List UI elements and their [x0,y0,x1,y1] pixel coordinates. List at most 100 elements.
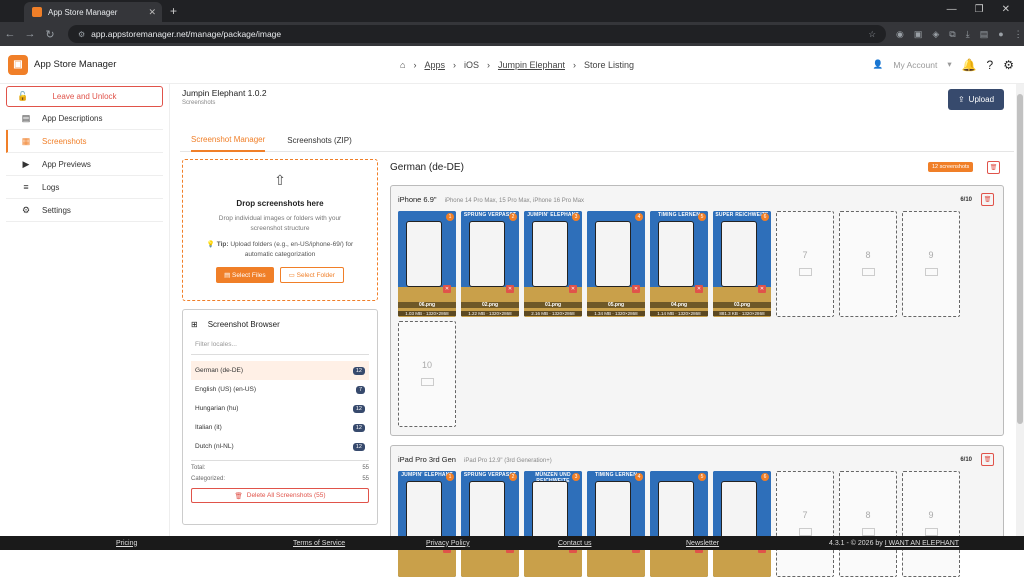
browser-tab[interactable]: App Store Manager ✕ [24,2,162,22]
leave-and-unlock-button[interactable]: 🔓 Leave and Unlock [6,86,163,107]
extensions-puzzle-icon[interactable]: ⧉ [949,29,955,40]
app-name[interactable]: App Store Manager [34,59,116,70]
screenshot-thumbnail[interactable]: 1 ✕ 06.png 1.03 MB · 1320×2868 [398,211,456,317]
dropzone-tip: 💡 Tip: Upload folders (e.g., en-US/iphon… [206,241,354,258]
my-account-menu[interactable]: My Account [893,60,937,70]
delete-screenshot-icon[interactable]: ✕ [443,285,451,293]
back-icon[interactable]: ← [0,28,20,40]
user-icon[interactable]: 👤 [873,59,884,70]
scrollbar-thumb[interactable] [1017,94,1023,424]
delete-all-screenshots-button[interactable]: 🗑 Delete All Screenshots (55) [191,488,369,503]
sidebar-item-screenshots[interactable]: ▦ Screenshots [6,130,163,153]
image-placeholder-icon [925,528,938,536]
screenshot-thumbnail[interactable]: JUMPIN' ELEPHANT 3 ✕ 01.png 2.16 MB · 1320×2… [524,211,582,317]
empty-slot[interactable]: 10 [398,321,456,427]
empty-slot[interactable]: 8 [839,211,897,317]
footer-version: 4.3.1 - © 2026 by [829,539,883,547]
profile-avatar[interactable]: ● [998,29,1003,40]
screenshot-thumbnail[interactable]: TIMING LERNEN4✕ [587,471,645,577]
app-logo[interactable]: ▣ [8,54,28,75]
footer-link-pricing[interactable]: Pricing [116,540,137,547]
footer-company-link[interactable]: I WANT AN ELEPHANT [885,540,959,547]
footer-link-contact[interactable]: Contact us [558,540,591,547]
upload-tray-icon: ⇧ [274,172,286,188]
sidebar-item-app-descriptions[interactable]: ▤ App Descriptions [6,107,163,130]
screenshot-filename: 06.png [398,302,456,308]
minimize-icon[interactable]: — [947,4,957,15]
screenshot-thumbnail[interactable]: 6✕ [713,471,771,577]
bookmark-star-icon[interactable]: ☆ [868,29,876,40]
new-tab-icon[interactable]: + [170,4,177,18]
breadcrumb-apps[interactable]: Apps [424,60,445,70]
favicon-icon [32,7,42,17]
screenshot-thumbnail[interactable]: 4 ✕ 05.png 1.34 MB · 1320×2868 [587,211,645,317]
screenshot-thumbnail[interactable]: MÜNZEN UND REICHWEITE3✕ [524,471,582,577]
home-icon[interactable]: ⌂ [400,60,405,70]
screenshot-thumbnail[interactable]: 5✕ [650,471,708,577]
empty-slot[interactable]: 7 [776,211,834,317]
footer-link-privacy[interactable]: Privacy Policy [426,540,470,547]
dropzone-title: Drop screenshots here [236,199,324,208]
notification-bell-icon[interactable]: 🔔 [962,58,977,72]
lightbulb-icon: 💡 [206,241,215,248]
delete-screenshot-icon[interactable]: ✕ [695,285,703,293]
image-placeholder-icon [925,268,938,276]
drop-zone[interactable]: ⇧ Drop screenshots here Drop individual … [182,159,378,301]
sidebar-item-logs[interactable]: ≡ Logs [6,176,163,199]
sidebar-item-settings[interactable]: ⚙ Settings [6,199,163,222]
close-tab-icon[interactable]: ✕ [148,7,156,18]
empty-slot[interactable]: 7 [776,471,834,577]
extension-icon[interactable]: ▣ [914,29,923,40]
delete-device-screenshots-button[interactable]: 🗑 [981,193,994,206]
locale-item-en-US[interactable]: English (US) (en-US) 7 [191,380,369,399]
footer-link-terms[interactable]: Terms of Service [293,540,345,547]
reload-icon[interactable]: ↻ [40,28,60,41]
download-icon[interactable]: ⤓ [966,29,970,40]
delete-locale-button[interactable]: 🗑 [987,161,1000,174]
breadcrumb-app[interactable]: Jumpin Elephant [498,60,565,70]
slot-number-badge: 1 [446,213,454,221]
locale-item-hu[interactable]: Hungarian (hu) 12 [191,399,369,418]
maximize-icon[interactable]: ❐ [975,4,984,15]
delete-screenshot-icon[interactable]: ✕ [758,285,766,293]
extension-icon[interactable]: ◉ [896,29,904,40]
delete-device-screenshots-button[interactable]: 🗑 [981,453,994,466]
address-bar[interactable]: ⚙ app.appstoremanager.net/manage/package… [68,25,886,43]
sidepanel-icon[interactable]: ▤ [980,29,989,40]
screenshot-thumbnail[interactable]: SUPER REICHWEITE 6 ✕ 03.png 881.3 KB · 1320×… [713,211,771,317]
slot-number-badge: 3 [572,213,580,221]
locale-count-badge: 12 [352,423,365,432]
site-info-icon[interactable]: ⚙ [78,30,85,39]
empty-slot[interactable]: 9 [902,471,960,577]
extension-icon[interactable]: ◈ [932,29,939,40]
screenshot-thumbnail[interactable]: TIMING LERNEN 5 ✕ 04.png 1.14 MB · 1320×2868 [650,211,708,317]
screenshot-thumbnail[interactable]: SPRUNG VERPASST2✕ [461,471,519,577]
help-icon[interactable]: ? [987,58,994,72]
sidebar-item-app-previews[interactable]: ▶ App Previews [6,153,163,176]
locale-item-it[interactable]: Italian (it) 12 [191,418,369,437]
list-icon: ≡ [23,182,29,192]
empty-slot[interactable]: 9 [902,211,960,317]
delete-screenshot-icon[interactable]: ✕ [632,285,640,293]
menu-kebab-icon[interactable]: ⋮ [1014,29,1023,40]
delete-screenshot-icon[interactable]: ✕ [506,285,514,293]
tab-screenshots-zip[interactable]: Screenshots (ZIP) [287,130,351,152]
empty-slot-number: 10 [421,360,432,370]
empty-slot[interactable]: 8 [839,471,897,577]
screenshot-thumbnail[interactable]: JUMPIN' ELEPHANT1✕ [398,471,456,577]
tab-screenshot-manager[interactable]: Screenshot Manager [191,130,266,152]
footer-link-newsletter[interactable]: Newsletter [686,540,719,547]
select-folder-button[interactable]: ▭ Select Folder [279,267,344,283]
locale-item-nl-NL[interactable]: Dutch (nl-NL) 12 [191,437,369,456]
select-files-button[interactable]: ▤ Select Files [216,267,274,283]
page-scrollbar[interactable] [1016,84,1024,536]
locale-item-de-DE[interactable]: German (de-DE) 12 [191,361,369,380]
delete-screenshot-icon[interactable]: ✕ [569,285,577,293]
close-window-icon[interactable]: ✕ [1002,4,1010,15]
filter-locales-input[interactable]: Filter locales... [191,341,369,355]
upload-icon: ⇪ [957,95,965,104]
screenshot-thumbnail[interactable]: SPRUNG VERPASST 2 ✕ 02.png 1.22 MB · 1320×28… [461,211,519,317]
settings-icon[interactable]: ⚙ [1003,58,1014,72]
forward-icon[interactable]: → [20,28,40,40]
upload-button[interactable]: ⇪ Upload [948,89,1004,110]
